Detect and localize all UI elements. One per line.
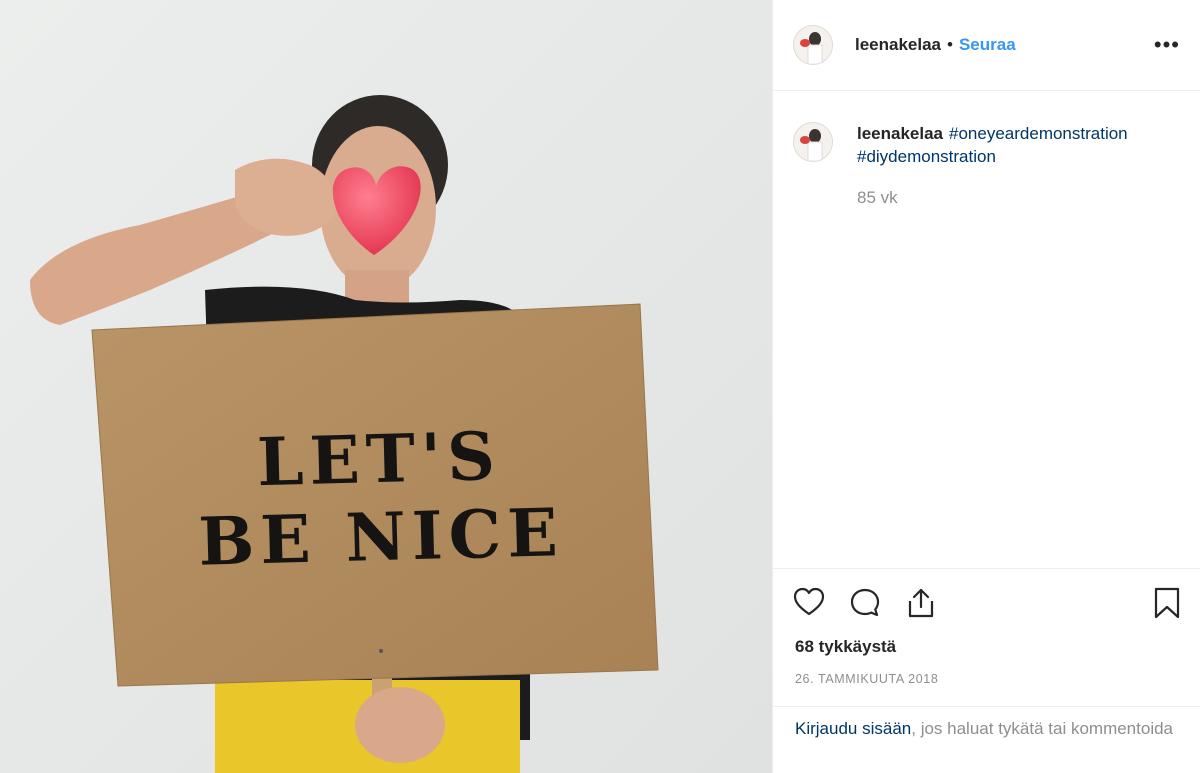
hashtag-link[interactable]: #oneyeardemonstration bbox=[949, 124, 1128, 143]
caption-text: leenakelaa #oneyeardemonstration #diydemo… bbox=[857, 122, 1187, 168]
caption-username-link[interactable]: leenakelaa bbox=[857, 124, 943, 143]
login-prompt: Kirjaudu sisään, jos haluat tykätä tai k… bbox=[773, 706, 1200, 751]
instagram-post: LET'S BE NICE leenakelaa • Seuraa ••• le… bbox=[0, 0, 1200, 773]
likes-count[interactable]: 68 tykkäystä bbox=[795, 637, 896, 657]
sign-text: LET'S BE NICE bbox=[148, 414, 612, 582]
heart-icon[interactable] bbox=[793, 587, 825, 622]
avatar-image bbox=[794, 123, 832, 161]
post-image bbox=[0, 0, 772, 773]
sign-line-2: BE NICE bbox=[197, 493, 565, 581]
post-photo[interactable]: LET'S BE NICE bbox=[0, 0, 772, 773]
follow-button[interactable]: Seuraa bbox=[959, 35, 1016, 55]
separator-dot: • bbox=[947, 35, 953, 54]
bookmark-icon[interactable] bbox=[1153, 587, 1181, 624]
sign-line-1: LET'S bbox=[256, 416, 502, 502]
post-sidebar: leenakelaa • Seuraa ••• leenakelaa #oneye… bbox=[772, 0, 1200, 773]
avatar[interactable] bbox=[793, 25, 833, 65]
comment-icon[interactable] bbox=[849, 587, 881, 624]
share-icon[interactable] bbox=[905, 587, 937, 624]
username-link[interactable]: leenakelaa bbox=[855, 35, 941, 55]
login-link[interactable]: Kirjaudu sisään bbox=[795, 719, 911, 738]
more-options-icon[interactable]: ••• bbox=[1154, 32, 1180, 58]
login-prompt-text: , jos haluat tykätä tai kommentoida bbox=[911, 719, 1173, 738]
post-actions: 68 tykkäystä 26. TAMMIKUUTA 2018 Kirjaud… bbox=[773, 568, 1200, 738]
post-header: leenakelaa • Seuraa ••• bbox=[773, 0, 1200, 91]
action-icons bbox=[793, 587, 1183, 619]
hashtag-link[interactable]: #diydemonstration bbox=[857, 147, 996, 166]
avatar-image bbox=[794, 26, 832, 64]
caption-avatar[interactable] bbox=[793, 122, 833, 162]
post-date: 26. TAMMIKUUTA 2018 bbox=[795, 672, 939, 686]
post-age: 85 vk bbox=[857, 188, 898, 207]
